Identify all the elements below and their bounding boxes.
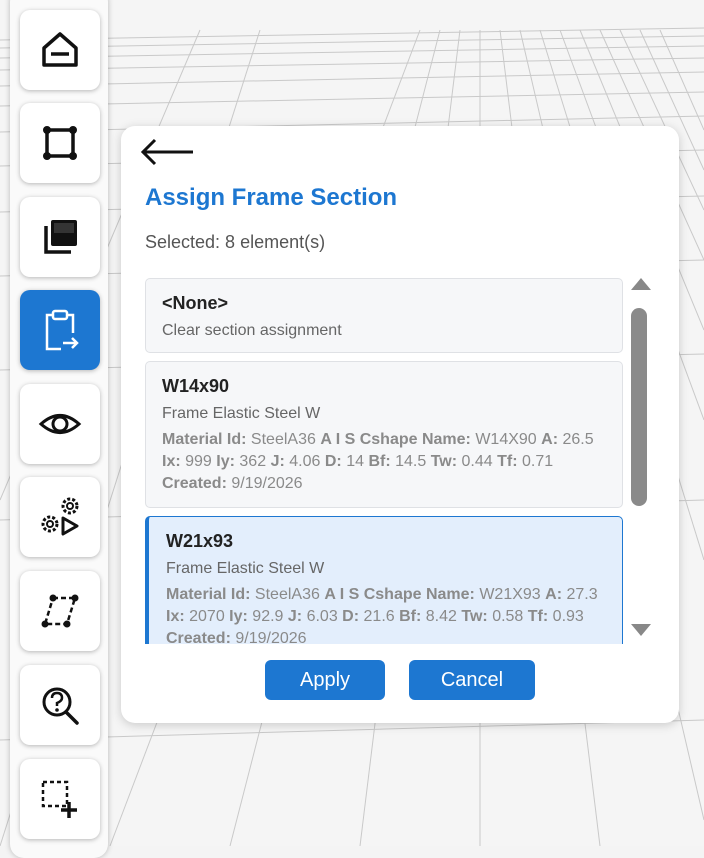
assign-section-button[interactable] bbox=[20, 290, 100, 370]
search-help-icon bbox=[42, 687, 79, 725]
analysis-button[interactable] bbox=[20, 477, 100, 557]
section-title: W14x90 bbox=[162, 376, 230, 396]
section-list-scrollbar[interactable] bbox=[627, 274, 651, 646]
add-selection-button[interactable] bbox=[20, 759, 100, 839]
section-subtitle: Frame Elastic Steel W bbox=[162, 405, 321, 422]
section-created: Created: 9/19/2026 bbox=[162, 475, 303, 492]
section-option-w14x90[interactable]: W14x90 Frame Elastic Steel W Material Id… bbox=[145, 361, 623, 508]
home-icon bbox=[42, 32, 78, 67]
section-properties: Material Id: SteelA36 A I S Cshape Name:… bbox=[162, 431, 594, 470]
section-option-none[interactable]: <None> Clear section assignment bbox=[145, 278, 623, 353]
section-option-w21x93[interactable]: W21x93 Frame Elastic Steel W Material Id… bbox=[145, 516, 623, 644]
panel-title: Assign Frame Section bbox=[145, 184, 398, 211]
skew-button[interactable] bbox=[20, 571, 100, 651]
assign-frame-section-panel: Assign Frame Section Selected: 8 element… bbox=[121, 126, 679, 723]
add-selection-icon bbox=[41, 780, 77, 818]
layers-button[interactable] bbox=[20, 197, 100, 277]
scroll-up-icon[interactable] bbox=[631, 278, 651, 290]
frame-select-button[interactable] bbox=[20, 103, 100, 183]
cancel-button[interactable]: Cancel bbox=[409, 660, 535, 700]
frame-select-icon bbox=[43, 126, 77, 160]
section-title: <None> bbox=[162, 293, 229, 313]
layers-icon bbox=[44, 220, 77, 254]
section-created: Created: 9/19/2026 bbox=[166, 630, 307, 644]
section-subtitle: Frame Elastic Steel W bbox=[166, 560, 325, 577]
search-help-button[interactable] bbox=[20, 665, 100, 745]
apply-button[interactable]: Apply bbox=[265, 660, 385, 700]
scroll-down-icon[interactable] bbox=[631, 624, 651, 636]
gears-run-icon bbox=[41, 497, 79, 536]
scrollbar-thumb[interactable] bbox=[631, 308, 647, 506]
clipboard-assign-icon bbox=[45, 309, 79, 351]
section-list: <None> Clear section assignment W14x90 F… bbox=[145, 278, 623, 644]
skew-shape-icon bbox=[41, 594, 79, 628]
visibility-button[interactable] bbox=[20, 384, 100, 464]
left-toolbar bbox=[10, 0, 108, 858]
arrow-left-icon bbox=[140, 138, 193, 166]
home-button[interactable] bbox=[20, 10, 100, 90]
section-title: W21x93 bbox=[166, 531, 234, 551]
back-button[interactable] bbox=[139, 136, 199, 168]
section-properties: Material Id: SteelA36 A I S Cshape Name:… bbox=[166, 586, 598, 625]
eye-icon bbox=[38, 414, 82, 434]
selection-count: Selected: 8 element(s) bbox=[145, 232, 326, 252]
section-subtitle: Clear section assignment bbox=[162, 322, 342, 339]
